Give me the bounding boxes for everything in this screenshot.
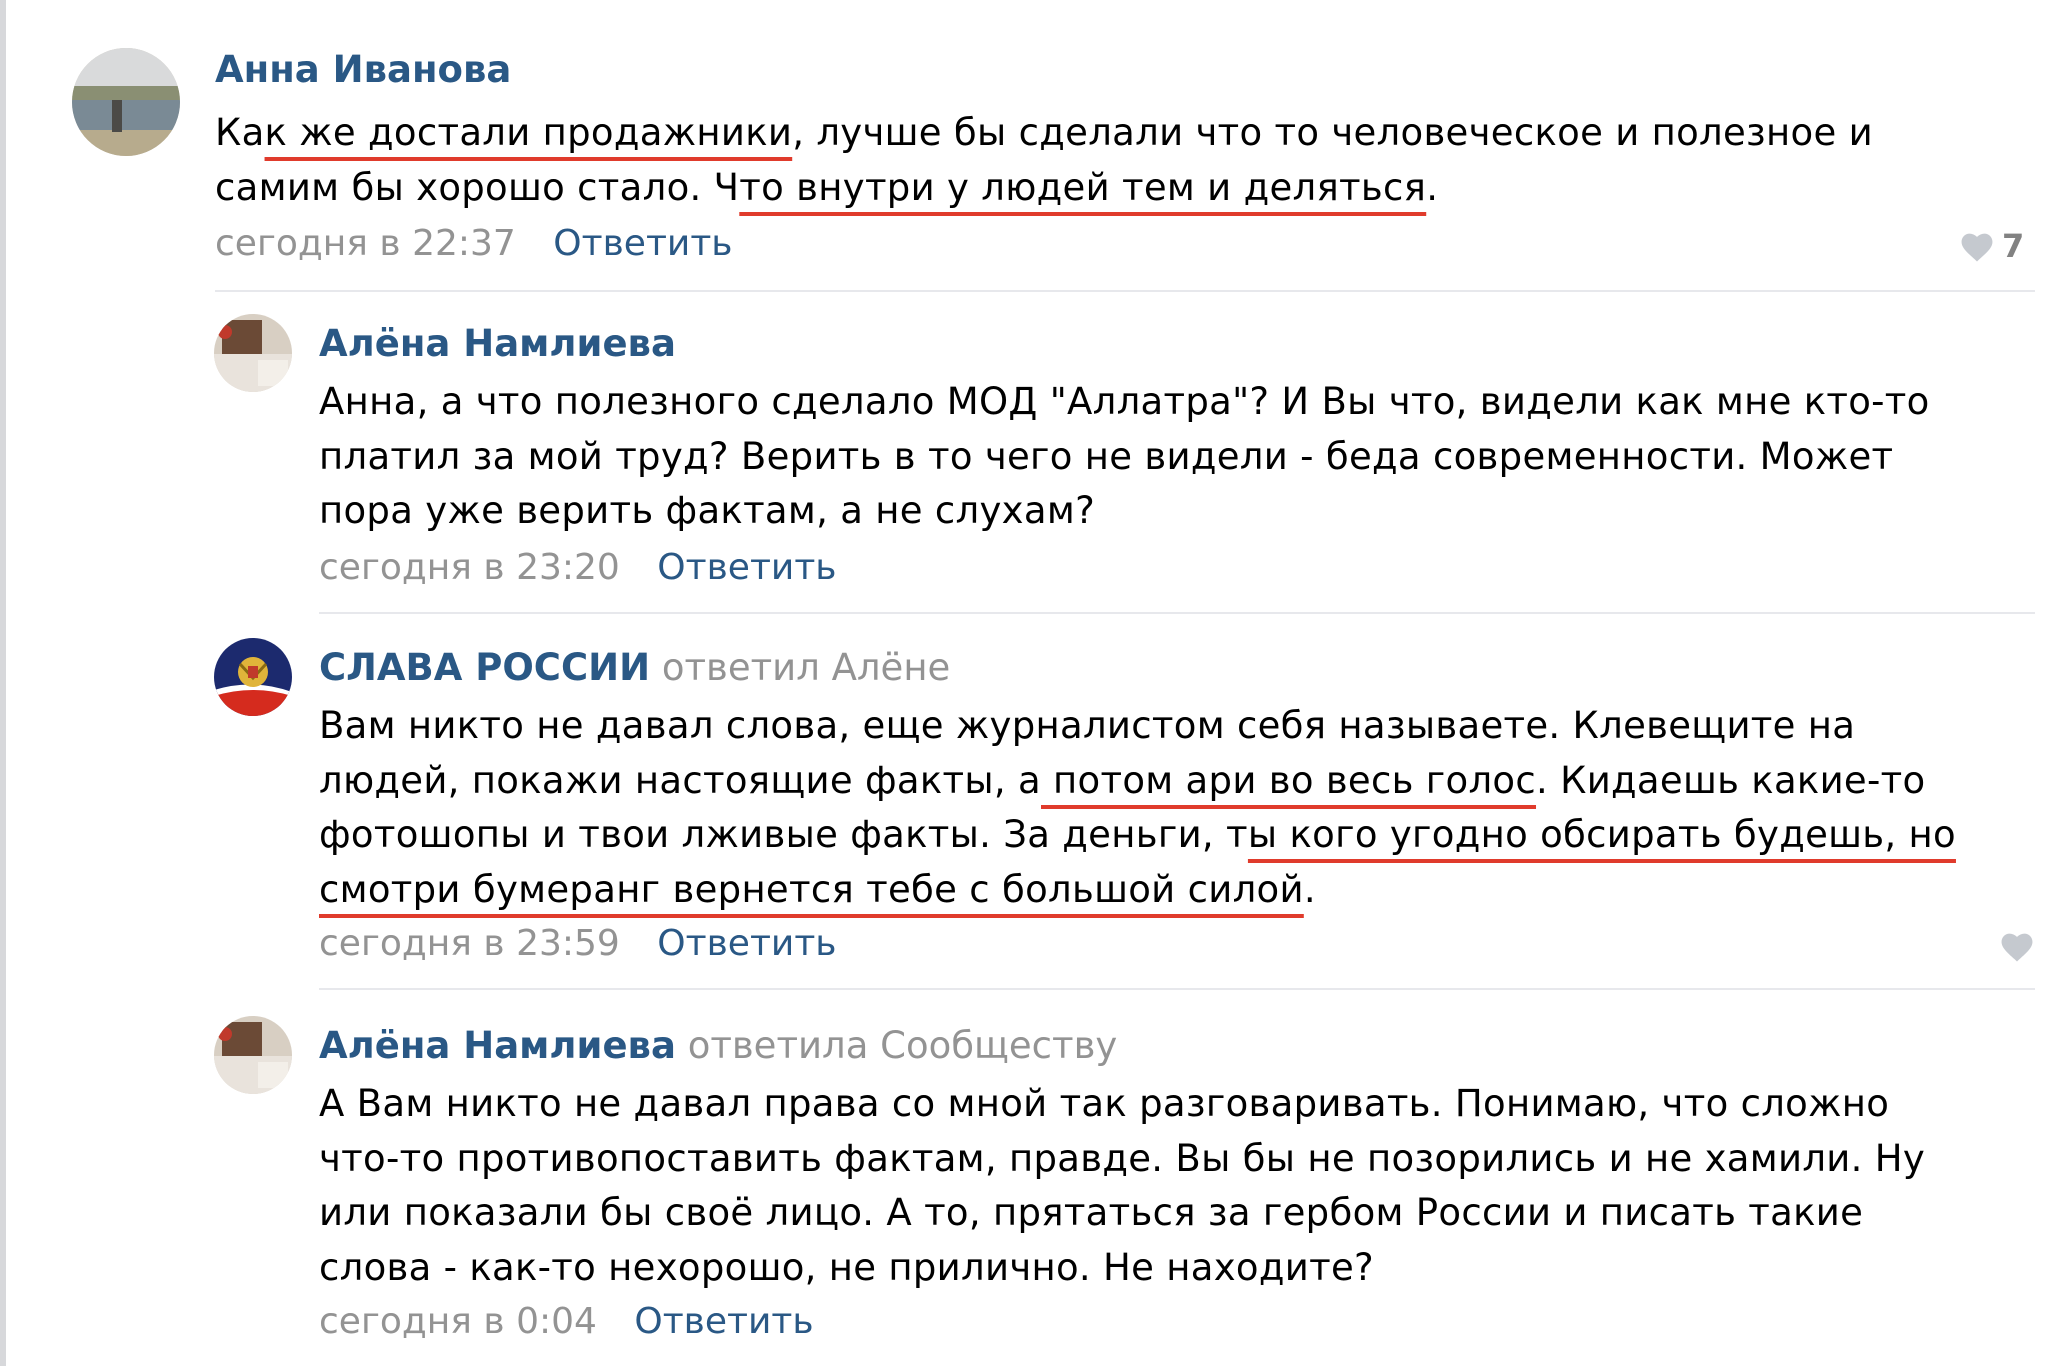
comment-line: А Вам никто не давал права со мной так р… <box>319 1077 1925 1132</box>
avatar-photo <box>214 1016 292 1094</box>
text-run: или показали бы своё лицо. А то, прятать… <box>319 1191 1864 1234</box>
comment-meta: сегодня в 0:04 Ответить <box>319 1300 814 1344</box>
comment-line: что-то противопоставить фактам, правде. … <box>319 1132 1925 1187</box>
author-line: Алёна Намлиева ответила Сообществу <box>319 1024 1117 1068</box>
reply-link[interactable]: Ответить <box>634 1301 813 1342</box>
avatar[interactable] <box>214 1016 292 1094</box>
text-run: А Вам никто не давал права со мной так р… <box>319 1082 1890 1125</box>
comment: Алёна Намлиева ответила Сообществу А Вам… <box>0 0 2048 1366</box>
comment-date[interactable]: сегодня в 0:04 <box>319 1301 597 1342</box>
comment-line: слова - как-то нехорошо, не прилично. Не… <box>319 1241 1925 1296</box>
text-run: слова - как-то нехорошо, не прилично. Не… <box>319 1245 1374 1289</box>
comment-line: или показали бы своё лицо. А то, прятать… <box>319 1186 1925 1241</box>
author-name[interactable]: Алёна Намлиева <box>319 1024 676 1067</box>
replied-to[interactable]: ответила Сообществу <box>688 1024 1118 1067</box>
comment-text: А Вам никто не давал права со мной так р… <box>319 1077 1925 1295</box>
text-run: что-то противопоставить фактам, правде. … <box>319 1136 1926 1180</box>
